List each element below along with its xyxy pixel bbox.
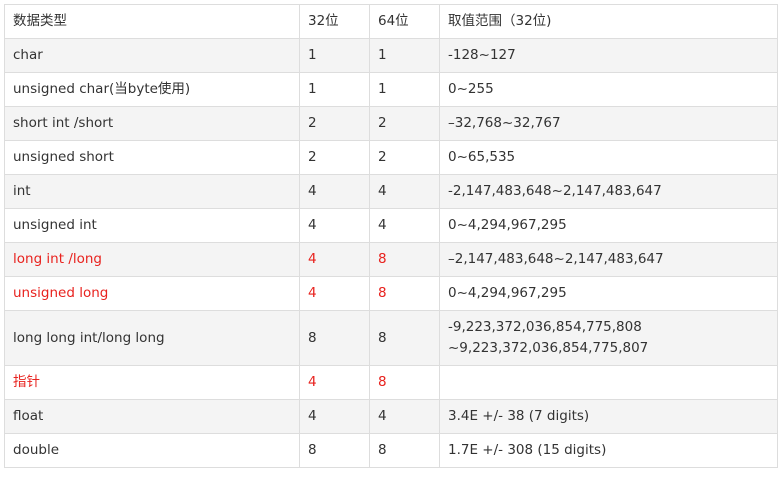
table-row: float 4 4 3.4E +/- 38 (7 digits) — [4, 399, 778, 434]
cell-32bit: 4 — [299, 174, 370, 209]
range-line: 0~4,294,967,295 — [448, 217, 567, 233]
cell-type: long long int/long long — [4, 310, 300, 366]
range-line: 0~255 — [448, 81, 494, 97]
cell-64bit: 4 — [369, 208, 440, 243]
range-line: -2,147,483,648~2,147,483,647 — [448, 183, 662, 199]
cell-type: long int /long — [4, 242, 300, 277]
cell-type: unsigned char(当byte使用) — [4, 72, 300, 107]
table-row: unsigned int 4 4 0~4,294,967,295 — [4, 208, 778, 243]
table-row: long int /long 4 8 –2,147,483,648~2,147,483… — [4, 242, 778, 277]
table-row: int 4 4 -2,147,483,648~2,147,483,647 — [4, 174, 778, 209]
cell-64bit: 2 — [369, 106, 440, 141]
cell-type: char — [4, 38, 300, 73]
table-row: unsigned short 2 2 0~65,535 — [4, 140, 778, 175]
cell-32bit: 8 — [299, 310, 370, 366]
cell-range: 3.4E +/- 38 (7 digits) — [439, 399, 778, 434]
table-row: unsigned long 4 8 0~4,294,967,295 — [4, 276, 778, 311]
cell-32bit: 4 — [299, 365, 370, 400]
table-row: 指针 4 8 — [4, 365, 778, 400]
cell-64bit: 1 — [369, 72, 440, 107]
range-line: –2,147,483,648~2,147,483,647 — [448, 251, 664, 267]
cell-32bit: 8 — [299, 433, 370, 468]
cell-type: 指针 — [4, 365, 300, 400]
header-32bit: 32位 — [299, 4, 370, 39]
data-types-table: 数据类型 32位 64位 取值范围（32位) char 1 1 -128~127 uns… — [4, 4, 778, 468]
table-row: short int /short 2 2 –32,768~32,767 — [4, 106, 778, 141]
cell-range: -9,223,372,036,854,775,808 ~9,223,372,036… — [439, 310, 778, 366]
cell-32bit: 1 — [299, 72, 370, 107]
range-line: 0~4,294,967,295 — [448, 285, 567, 301]
table-row: unsigned char(当byte使用) 1 1 0~255 — [4, 72, 778, 107]
header-range: 取值范围（32位) — [439, 4, 778, 39]
cell-range: -128~127 — [439, 38, 778, 73]
table-row: char 1 1 -128~127 — [4, 38, 778, 73]
cell-range: –2,147,483,648~2,147,483,647 — [439, 242, 778, 277]
cell-32bit: 4 — [299, 399, 370, 434]
cell-range: 0~4,294,967,295 — [439, 208, 778, 243]
header-row: 数据类型 32位 64位 取值范围（32位) — [4, 4, 778, 39]
range-line: -128~127 — [448, 47, 516, 63]
cell-type: int — [4, 174, 300, 209]
range-line: 0~65,535 — [448, 149, 516, 165]
table-row: long long int/long long 8 8 -9,223,372,036,… — [4, 310, 778, 366]
cell-32bit: 4 — [299, 208, 370, 243]
range-line: 3.4E +/- 38 (7 digits) — [448, 408, 590, 424]
range-line: –32,768~32,767 — [448, 115, 561, 131]
range-line: -9,223,372,036,854,775,808 — [448, 319, 642, 335]
cell-32bit: 2 — [299, 140, 370, 175]
cell-type: unsigned long — [4, 276, 300, 311]
cell-64bit: 8 — [369, 365, 440, 400]
header-64bit: 64位 — [369, 4, 440, 39]
cell-range: 0~255 — [439, 72, 778, 107]
cell-64bit: 2 — [369, 140, 440, 175]
cell-64bit: 8 — [369, 276, 440, 311]
cell-64bit: 4 — [369, 174, 440, 209]
cell-type: float — [4, 399, 300, 434]
cell-type: unsigned short — [4, 140, 300, 175]
header-type: 数据类型 — [4, 4, 300, 39]
cell-32bit: 1 — [299, 38, 370, 73]
cell-type: unsigned int — [4, 208, 300, 243]
cell-64bit: 4 — [369, 399, 440, 434]
cell-64bit: 1 — [369, 38, 440, 73]
cell-32bit: 4 — [299, 276, 370, 311]
cell-64bit: 8 — [369, 242, 440, 277]
cell-range: 1.7E +/- 308 (15 digits) — [439, 433, 778, 468]
cell-range: 0~4,294,967,295 — [439, 276, 778, 311]
cell-type: short int /short — [4, 106, 300, 141]
table-row: double 8 8 1.7E +/- 308 (15 digits) — [4, 433, 778, 468]
cell-32bit: 4 — [299, 242, 370, 277]
table-body: 数据类型 32位 64位 取值范围（32位) char 1 1 -128~127 uns… — [4, 4, 778, 468]
cell-range: -2,147,483,648~2,147,483,647 — [439, 174, 778, 209]
cell-64bit: 8 — [369, 310, 440, 366]
cell-range: 0~65,535 — [439, 140, 778, 175]
cell-range — [439, 365, 778, 400]
range-line: ~9,223,372,036,854,775,807 — [448, 340, 649, 356]
cell-64bit: 8 — [369, 433, 440, 468]
cell-32bit: 2 — [299, 106, 370, 141]
cell-type: double — [4, 433, 300, 468]
cell-range: –32,768~32,767 — [439, 106, 778, 141]
range-line: 1.7E +/- 308 (15 digits) — [448, 442, 607, 458]
